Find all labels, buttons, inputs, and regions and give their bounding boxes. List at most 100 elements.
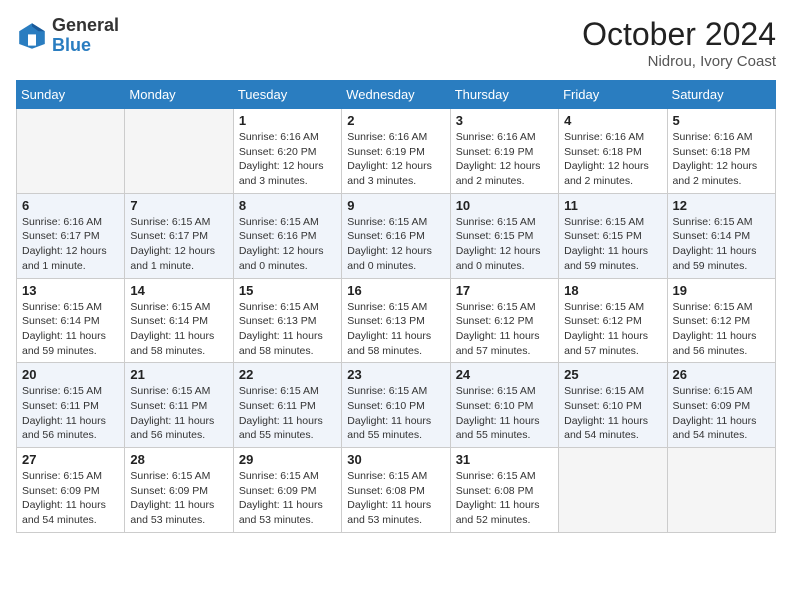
day-number: 6 xyxy=(22,198,119,213)
day-number: 8 xyxy=(239,198,336,213)
calendar-cell: 19 Sunrise: 6:15 AM Sunset: 6:12 PM Dayli… xyxy=(667,278,775,363)
day-info: Sunrise: 6:15 AM Sunset: 6:15 PM Dayligh… xyxy=(564,215,661,274)
calendar-cell: 5Sunrise: 6:16 AM Sunset: 6:18 PM Daylig… xyxy=(667,109,775,194)
day-info: Sunrise: 6:16 AM Sunset: 6:17 PM Dayligh… xyxy=(22,215,119,274)
day-number: 21 xyxy=(130,367,227,382)
calendar-cell: 27Sunrise: 6:15 AM Sunset: 6:09 PM Dayli… xyxy=(17,448,125,533)
calendar-cell: 12 Sunrise: 6:15 AM Sunset: 6:14 PM Dayli… xyxy=(667,193,775,278)
logo-icon xyxy=(16,20,48,52)
day-info: Sunrise: 6:15 AM Sunset: 6:09 PM Dayligh… xyxy=(130,469,227,528)
day-info: Sunrise: 6:15 AM Sunset: 6:15 PM Dayligh… xyxy=(456,215,553,274)
day-info: Sunrise: 6:15 AM Sunset: 6:10 PM Dayligh… xyxy=(347,384,444,443)
weekday-header-tuesday: Tuesday xyxy=(233,81,341,109)
day-info: Sunrise: 6:15 AM Sunset: 6:09 PM Dayligh… xyxy=(673,384,770,443)
calendar-cell xyxy=(667,448,775,533)
calendar-cell: 30 Sunrise: 6:15 AM Sunset: 6:08 PM Dayli… xyxy=(342,448,450,533)
day-info: Sunrise: 6:15 AM Sunset: 6:12 PM Dayligh… xyxy=(456,300,553,359)
calendar-table: SundayMondayTuesdayWednesdayThursdayFrid… xyxy=(16,80,776,533)
day-number: 28 xyxy=(130,452,227,467)
day-number: 9 xyxy=(347,198,444,213)
day-number: 27 xyxy=(22,452,119,467)
location-text: Nidrou, Ivory Coast xyxy=(582,53,776,70)
day-number: 1 xyxy=(239,113,336,128)
calendar-cell: 14Sunrise: 6:15 AM Sunset: 6:14 PM Dayli… xyxy=(125,278,233,363)
calendar-week-row: 13Sunrise: 6:15 AM Sunset: 6:14 PM Dayli… xyxy=(17,278,776,363)
weekday-header-row: SundayMondayTuesdayWednesdayThursdayFrid… xyxy=(17,81,776,109)
calendar-cell: 23 Sunrise: 6:15 AM Sunset: 6:10 PM Dayli… xyxy=(342,363,450,448)
day-number: 31 xyxy=(456,452,553,467)
weekday-header-wednesday: Wednesday xyxy=(342,81,450,109)
day-number: 23 xyxy=(347,367,444,382)
day-info: Sunrise: 6:15 AM Sunset: 6:14 PM Dayligh… xyxy=(673,215,770,274)
day-number: 22 xyxy=(239,367,336,382)
day-info: Sunrise: 6:15 AM Sunset: 6:13 PM Dayligh… xyxy=(239,300,336,359)
calendar-cell xyxy=(125,109,233,194)
calendar-cell: 13Sunrise: 6:15 AM Sunset: 6:14 PM Dayli… xyxy=(17,278,125,363)
day-number: 16 xyxy=(347,283,444,298)
day-number: 20 xyxy=(22,367,119,382)
day-info: Sunrise: 6:16 AM Sunset: 6:19 PM Dayligh… xyxy=(347,130,444,189)
day-number: 15 xyxy=(239,283,336,298)
day-info: Sunrise: 6:15 AM Sunset: 6:09 PM Dayligh… xyxy=(239,469,336,528)
day-number: 19 xyxy=(673,283,770,298)
day-info: Sunrise: 6:15 AM Sunset: 6:08 PM Dayligh… xyxy=(456,469,553,528)
day-info: Sunrise: 6:15 AM Sunset: 6:17 PM Dayligh… xyxy=(130,215,227,274)
day-number: 3 xyxy=(456,113,553,128)
weekday-header-sunday: Sunday xyxy=(17,81,125,109)
title-block: October 2024 Nidrou, Ivory Coast xyxy=(582,16,776,70)
weekday-header-saturday: Saturday xyxy=(667,81,775,109)
calendar-week-row: 20 Sunrise: 6:15 AM Sunset: 6:11 PM Dayli… xyxy=(17,363,776,448)
day-info: Sunrise: 6:15 AM Sunset: 6:12 PM Dayligh… xyxy=(673,300,770,359)
day-number: 18 xyxy=(564,283,661,298)
calendar-cell: 18 Sunrise: 6:15 AM Sunset: 6:12 PM Dayli… xyxy=(559,278,667,363)
day-info: Sunrise: 6:16 AM Sunset: 6:19 PM Dayligh… xyxy=(456,130,553,189)
calendar-cell: 31 Sunrise: 6:15 AM Sunset: 6:08 PM Dayli… xyxy=(450,448,558,533)
calendar-cell: 25Sunrise: 6:15 AM Sunset: 6:10 PM Dayli… xyxy=(559,363,667,448)
calendar-cell: 24 Sunrise: 6:15 AM Sunset: 6:10 PM Dayli… xyxy=(450,363,558,448)
calendar-cell: 10 Sunrise: 6:15 AM Sunset: 6:15 PM Dayli… xyxy=(450,193,558,278)
calendar-cell: 3 Sunrise: 6:16 AM Sunset: 6:19 PM Daylig… xyxy=(450,109,558,194)
day-number: 14 xyxy=(130,283,227,298)
month-title: October 2024 xyxy=(582,16,776,53)
calendar-cell: 11 Sunrise: 6:15 AM Sunset: 6:15 PM Dayli… xyxy=(559,193,667,278)
day-number: 11 xyxy=(564,198,661,213)
calendar-week-row: 1 Sunrise: 6:16 AM Sunset: 6:20 PM Daylig… xyxy=(17,109,776,194)
day-info: Sunrise: 6:15 AM Sunset: 6:11 PM Dayligh… xyxy=(239,384,336,443)
calendar-cell: 15 Sunrise: 6:15 AM Sunset: 6:13 PM Dayli… xyxy=(233,278,341,363)
calendar-cell: 7 Sunrise: 6:15 AM Sunset: 6:17 PM Daylig… xyxy=(125,193,233,278)
page-header: General Blue October 2024 Nidrou, Ivory … xyxy=(16,16,776,70)
day-number: 2 xyxy=(347,113,444,128)
day-info: Sunrise: 6:15 AM Sunset: 6:13 PM Dayligh… xyxy=(347,300,444,359)
day-info: Sunrise: 6:15 AM Sunset: 6:12 PM Dayligh… xyxy=(564,300,661,359)
day-info: Sunrise: 6:15 AM Sunset: 6:16 PM Dayligh… xyxy=(347,215,444,274)
day-number: 12 xyxy=(673,198,770,213)
calendar-cell: 20Sunrise: 6:15 AM Sunset: 6:11 PM Dayli… xyxy=(17,363,125,448)
day-info: Sunrise: 6:15 AM Sunset: 6:10 PM Dayligh… xyxy=(456,384,553,443)
day-number: 10 xyxy=(456,198,553,213)
calendar-cell: 9 Sunrise: 6:15 AM Sunset: 6:16 PM Daylig… xyxy=(342,193,450,278)
day-info: Sunrise: 6:15 AM Sunset: 6:10 PM Dayligh… xyxy=(564,384,661,443)
day-number: 24 xyxy=(456,367,553,382)
day-number: 26 xyxy=(673,367,770,382)
day-info: Sunrise: 6:16 AM Sunset: 6:20 PM Dayligh… xyxy=(239,130,336,189)
day-number: 17 xyxy=(456,283,553,298)
day-info: Sunrise: 6:15 AM Sunset: 6:08 PM Dayligh… xyxy=(347,469,444,528)
day-number: 5 xyxy=(673,113,770,128)
calendar-cell: 4Sunrise: 6:16 AM Sunset: 6:18 PM Daylig… xyxy=(559,109,667,194)
calendar-cell: 6 Sunrise: 6:16 AM Sunset: 6:17 PM Daylig… xyxy=(17,193,125,278)
day-number: 13 xyxy=(22,283,119,298)
day-number: 30 xyxy=(347,452,444,467)
calendar-cell xyxy=(559,448,667,533)
calendar-cell: 22 Sunrise: 6:15 AM Sunset: 6:11 PM Dayli… xyxy=(233,363,341,448)
logo: General Blue xyxy=(16,16,119,56)
day-number: 7 xyxy=(130,198,227,213)
calendar-cell: 29Sunrise: 6:15 AM Sunset: 6:09 PM Dayli… xyxy=(233,448,341,533)
calendar-cell: 8 Sunrise: 6:15 AM Sunset: 6:16 PM Daylig… xyxy=(233,193,341,278)
calendar-cell xyxy=(17,109,125,194)
weekday-header-friday: Friday xyxy=(559,81,667,109)
calendar-cell: 21 Sunrise: 6:15 AM Sunset: 6:11 PM Dayli… xyxy=(125,363,233,448)
calendar-week-row: 6 Sunrise: 6:16 AM Sunset: 6:17 PM Daylig… xyxy=(17,193,776,278)
calendar-cell: 28 Sunrise: 6:15 AM Sunset: 6:09 PM Dayli… xyxy=(125,448,233,533)
day-info: Sunrise: 6:15 AM Sunset: 6:11 PM Dayligh… xyxy=(130,384,227,443)
day-info: Sunrise: 6:15 AM Sunset: 6:16 PM Dayligh… xyxy=(239,215,336,274)
